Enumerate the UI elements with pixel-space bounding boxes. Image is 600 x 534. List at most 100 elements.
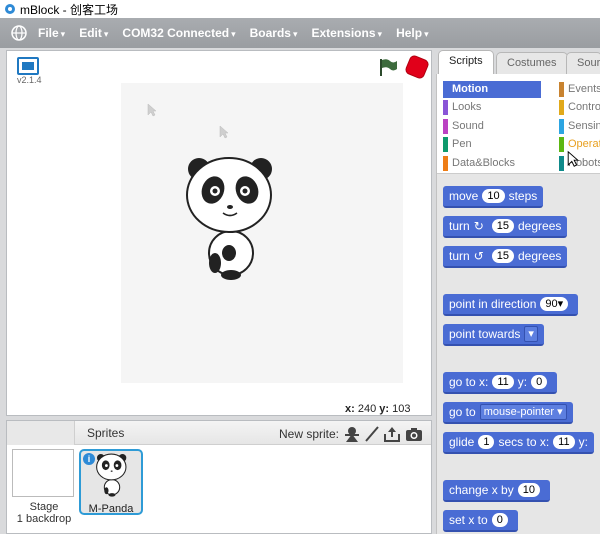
camera-icon[interactable]: [405, 425, 423, 443]
chevron-down-icon: ▾: [103, 29, 109, 39]
block-text: move: [449, 189, 479, 203]
globe-icon[interactable]: [9, 23, 29, 43]
sprite-library-icon[interactable]: [343, 425, 361, 443]
block-number-input[interactable]: 0: [491, 513, 508, 527]
sprites-panel: Sprites New sprite: Stage 1 backdrop i M…: [6, 420, 432, 534]
block-number-input[interactable]: 11: [553, 435, 575, 449]
fullscreen-icon[interactable]: [17, 57, 39, 75]
block-number-input[interactable]: 10: [517, 483, 540, 497]
block-dropdown[interactable]: mouse-pointer ▾: [479, 404, 567, 420]
category-color-swatch: [559, 119, 564, 134]
menu-extensions-label: Extensions: [311, 26, 376, 40]
y-label: y:: [379, 403, 390, 415]
sprite-name: M-Panda: [88, 503, 134, 515]
green-flag-icon[interactable]: [377, 57, 399, 77]
y-value: 103: [392, 403, 411, 415]
paint-brush-icon[interactable]: [363, 425, 381, 443]
category-label: Pen: [452, 138, 472, 150]
panda-sprite[interactable]: [183, 155, 279, 281]
block-number-input[interactable]: 1: [478, 435, 495, 449]
block-number-input[interactable]: 90▾: [540, 297, 569, 311]
menu-file[interactable]: File ▾: [38, 26, 65, 40]
category-label: Looks: [452, 101, 482, 113]
mouse-pointer-icon: [567, 150, 579, 167]
block-move-steps[interactable]: move 10 steps: [443, 186, 544, 208]
menu-file-label: File: [38, 26, 59, 40]
category-color-swatch: [443, 137, 448, 152]
category-color-swatch: [443, 156, 448, 171]
upload-icon[interactable]: [383, 425, 401, 443]
stage-tab[interactable]: [7, 421, 75, 445]
block-text: point in direction: [449, 297, 537, 311]
category-label: Operat: [568, 138, 600, 150]
category-label: Data&Blocks: [452, 157, 515, 169]
menu-help-label: Help: [396, 26, 423, 40]
sprite-tile[interactable]: i M-Panda: [79, 449, 143, 515]
category-operators[interactable]: Operat: [559, 136, 600, 153]
category-color-swatch: [559, 137, 564, 152]
category-label: Events: [568, 83, 600, 95]
stage-panel: v2.1.4 x: 240 y: 103: [6, 50, 432, 416]
version-label: v2.1.4: [17, 75, 42, 85]
block-text: go to: [449, 405, 476, 419]
block-palette: Motion Looks Sound Pen Data&Blocks Event…: [436, 74, 600, 534]
block-text: secs to x:: [498, 435, 550, 449]
category-robots[interactable]: Robots: [559, 155, 600, 172]
coordinate-readout: x: 240 y: 103: [345, 403, 410, 415]
block-number-input[interactable]: 15: [491, 249, 514, 263]
block-point-direction[interactable]: point in direction 90▾: [443, 294, 579, 316]
menu-boards-label: Boards: [249, 26, 291, 40]
block-go-to-xy[interactable]: go to x: 11 y: 0: [443, 372, 558, 394]
category-sensing[interactable]: Sensin: [559, 118, 600, 135]
stop-icon[interactable]: [403, 53, 431, 81]
tab-scripts[interactable]: Scripts: [438, 50, 494, 74]
stage-backdrop-count: 1 backdrop: [16, 513, 72, 525]
block-number-input[interactable]: 10: [482, 189, 505, 203]
block-point-towards[interactable]: point towards ▾: [443, 324, 544, 346]
block-text: degrees: [518, 219, 562, 233]
chevron-down-icon: ▾: [60, 29, 66, 39]
category-motion[interactable]: Motion: [443, 81, 541, 98]
category-events[interactable]: Events: [559, 81, 600, 98]
menu-connect-label: COM32 Connected: [122, 26, 230, 40]
tab-costumes[interactable]: Costumes: [496, 52, 568, 74]
category-pen[interactable]: Pen: [443, 136, 541, 153]
new-sprite-label: New sprite:: [279, 427, 340, 441]
block-number-input[interactable]: 0: [531, 375, 548, 389]
category-label: Sound: [452, 120, 484, 132]
block-go-to[interactable]: go to mouse-pointer ▾: [443, 402, 573, 424]
block-text: degrees: [518, 249, 562, 263]
block-text: y:: [578, 435, 588, 449]
category-color-swatch: [443, 82, 448, 97]
editor-tabs: Scripts Costumes Sour: [436, 50, 600, 74]
block-text: turn: [449, 249, 470, 263]
block-glide[interactable]: glide 1 secs to x: 11 y:: [443, 432, 594, 454]
menu-extensions[interactable]: Extensions ▾: [312, 26, 383, 40]
tab-sounds[interactable]: Sour: [566, 52, 600, 74]
block-number-input[interactable]: 11: [492, 375, 514, 389]
sprites-title: Sprites: [87, 426, 125, 440]
chevron-down-icon: ▾: [231, 29, 236, 39]
block-change-x[interactable]: change x by 10: [443, 480, 550, 502]
category-data-blocks[interactable]: Data&Blocks: [443, 155, 541, 172]
title-bar: mBlock - 创客工场: [0, 0, 600, 18]
category-looks[interactable]: Looks: [443, 99, 541, 116]
block-text: go to x:: [449, 375, 489, 389]
menu-boards[interactable]: Boards ▾: [250, 26, 298, 40]
info-icon[interactable]: i: [83, 453, 95, 465]
block-turn-right[interactable]: turn ↻ 15 degrees: [443, 216, 568, 238]
stage-thumbnail[interactable]: [12, 449, 74, 497]
menu-help[interactable]: Help ▾: [396, 26, 429, 40]
block-set-x[interactable]: set x to 0: [443, 510, 518, 532]
block-dropdown[interactable]: ▾: [524, 326, 538, 342]
category-color-swatch: [443, 100, 448, 115]
category-control[interactable]: Contro: [559, 99, 600, 116]
block-text: change x by: [449, 483, 514, 497]
block-turn-left[interactable]: turn ↺ 15 degrees: [443, 246, 568, 268]
menu-connect[interactable]: COM32 Connected ▾: [122, 26, 235, 40]
category-sound[interactable]: Sound: [443, 118, 541, 135]
menu-edit[interactable]: Edit ▾: [79, 26, 108, 40]
chevron-down-icon: ▾: [424, 29, 429, 39]
block-number-input[interactable]: 15: [491, 219, 514, 233]
block-text: point towards: [449, 327, 521, 341]
